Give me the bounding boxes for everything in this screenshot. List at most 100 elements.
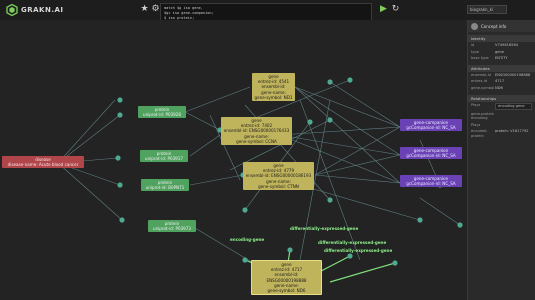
info-row: entrez-id 4717 bbox=[468, 78, 535, 85]
graph-canvas[interactable]: disease disease-name: Acute blood cancer… bbox=[0, 20, 467, 300]
info-row: Plays bbox=[468, 122, 535, 129]
info-value: 4717 bbox=[495, 79, 505, 84]
gene-node[interactable]: gene entrez-id: 4541 ensembl-id: gene-na… bbox=[252, 73, 295, 102]
top-bar: GRAKN.AI ★ ⚙ match $g isa gene, $gc isa … bbox=[0, 0, 535, 47]
node-label: gene-symbol: CTNN bbox=[258, 183, 299, 189]
edge bbox=[419, 197, 461, 226]
relation-node bbox=[119, 217, 125, 223]
gene-companion-node[interactable]: gene-companion gcCompanion-id: NC_SA bbox=[400, 119, 462, 132]
relation-node bbox=[287, 247, 293, 253]
edge-label: differentially-expressed-gene bbox=[290, 226, 359, 231]
star-icon[interactable]: ★ bbox=[139, 4, 150, 15]
info-row: type gene bbox=[468, 49, 535, 56]
protein-node[interactable]: protein uniprot-id: P03917 bbox=[140, 150, 188, 163]
node-label: ensembl-id: ENSG00000198888 bbox=[266, 272, 307, 283]
panel-title: Concept info bbox=[481, 23, 507, 29]
relation-node bbox=[347, 253, 353, 259]
info-value bbox=[495, 123, 532, 128]
edge-label: differentially-expressed-gene bbox=[324, 248, 393, 253]
protein-node[interactable]: protein uniprot-id: B0PN71 bbox=[141, 179, 189, 192]
edge bbox=[184, 111, 221, 131]
brand-logo[interactable]: GRAKN.AI bbox=[6, 4, 64, 16]
info-key: entrez-id bbox=[471, 79, 487, 84]
info-key: Plays bbox=[471, 102, 481, 107]
edge bbox=[314, 174, 401, 184]
gene-companion-node[interactable]: gene-companion gcCompanion-id: NC_SA bbox=[400, 175, 462, 188]
info-icon[interactable] bbox=[471, 22, 478, 30]
edge bbox=[314, 154, 401, 176]
info-key: base type bbox=[471, 56, 489, 61]
protein-node[interactable]: protein uniprot-id: P03973 bbox=[148, 220, 196, 233]
node-label: uniprot-id: P03928 bbox=[142, 112, 181, 118]
node-label: gcCompanion-id: NC_SA bbox=[406, 125, 456, 131]
section-title[interactable]: Attributes bbox=[468, 64, 535, 72]
identity-section: Identity id V749816584 type gene base type… bbox=[468, 35, 535, 62]
role-select[interactable]: encoding gene bbox=[495, 102, 532, 110]
keyspace-select[interactable]: biograkn_ki bbox=[467, 5, 507, 14]
play-icon[interactable]: ▶ bbox=[378, 4, 389, 15]
edge bbox=[184, 86, 251, 113]
relation-node bbox=[307, 119, 313, 125]
info-row: base type ENTITY bbox=[468, 55, 535, 62]
disease-node[interactable]: disease disease-name: Acute blood cancer bbox=[2, 156, 84, 169]
relation-node bbox=[417, 217, 423, 223]
section-title[interactable]: Identity bbox=[468, 35, 535, 42]
info-row: Plays encoding gene bbox=[468, 102, 535, 111]
gene-node-selected[interactable]: gene entrez-id: 4717 ensembl-id: ENSG000… bbox=[251, 260, 322, 296]
app-window: GRAKN.AI ★ ⚙ match $g isa gene, $gc isa … bbox=[0, 0, 535, 300]
info-key: gene-symbol bbox=[471, 85, 495, 90]
info-key: type bbox=[471, 49, 480, 54]
edge-label: encoding-gene bbox=[230, 237, 265, 242]
gene-companion-node[interactable]: gene-companion gcCompanion-id: NC_SA bbox=[400, 147, 462, 160]
info-value: protein: V1617792 bbox=[495, 129, 529, 134]
info-row: encoded-protein protein: V1617792 bbox=[468, 128, 535, 139]
node-label: gcCompanion-id: NC_SA bbox=[406, 153, 456, 159]
info-value: ND6 bbox=[495, 85, 503, 90]
relation-node bbox=[327, 117, 333, 123]
gene-node[interactable]: gene entrez-id: 4779 ensembl-id: ENSG000… bbox=[243, 162, 314, 191]
relation-node bbox=[347, 77, 353, 83]
info-value: ENSG00000198888 bbox=[495, 72, 531, 77]
refresh-icon[interactable]: ↻ bbox=[390, 4, 401, 15]
info-value: ENTITY bbox=[495, 56, 508, 61]
info-row: ensembl-id ENSG00000198888 bbox=[468, 72, 535, 79]
relation-node bbox=[327, 197, 333, 203]
relation-node bbox=[392, 260, 398, 266]
info-key: Plays bbox=[471, 122, 481, 127]
info-key: encoded-protein bbox=[471, 129, 488, 138]
info-key: id bbox=[471, 43, 475, 47]
relation-node bbox=[117, 112, 123, 118]
relation-node bbox=[115, 155, 121, 161]
attributes-section: Attributes ensembl-id ENSG00000198888 ent… bbox=[468, 64, 535, 92]
edge bbox=[57, 99, 116, 164]
info-row: gene-symbol ND6 bbox=[468, 85, 535, 92]
node-label: uniprot-id: P03917 bbox=[144, 156, 183, 162]
edge bbox=[189, 134, 221, 157]
node-label: uniprot-id: B0PN71 bbox=[145, 185, 185, 191]
node-label: gene-symbol: ND6 bbox=[267, 288, 306, 294]
info-value: gene bbox=[495, 49, 504, 54]
node-label: uniprot-id: P03973 bbox=[152, 226, 191, 232]
edge bbox=[314, 126, 401, 176]
info-key: gene-protein encoding bbox=[471, 111, 495, 121]
panel-header: Concept info bbox=[468, 20, 535, 32]
node-label: disease-name: Acute blood cancer bbox=[7, 162, 79, 168]
concept-info-panel: Concept info Identity id V749816584 type g… bbox=[467, 20, 535, 300]
edge bbox=[299, 184, 421, 221]
gene-node[interactable]: gene entrez-id: 7402 ensembl-id: ENSG000… bbox=[221, 117, 292, 146]
relation-node bbox=[117, 97, 123, 103]
node-label: ensembl-id: ENSG00000186193 bbox=[245, 173, 312, 179]
protein-node[interactable]: protein uniprot-id: P03928 bbox=[138, 106, 186, 119]
relation-node bbox=[242, 207, 248, 213]
brand-name: GRAKN.AI bbox=[21, 6, 64, 14]
info-row: gene-protein encoding bbox=[468, 111, 535, 122]
relation-node bbox=[327, 79, 333, 85]
node-label: gene-symbol: ND1 bbox=[254, 94, 293, 100]
grakn-logo-icon bbox=[6, 4, 18, 16]
relation-node bbox=[242, 257, 248, 263]
edge-label: differentially-expressed-gene bbox=[318, 240, 387, 245]
section-title[interactable]: Relationships bbox=[468, 94, 535, 102]
node-label: ensembl-id: ENSG00000176433 bbox=[223, 128, 290, 134]
edge-highlighted bbox=[329, 262, 396, 283]
info-value bbox=[495, 112, 532, 121]
